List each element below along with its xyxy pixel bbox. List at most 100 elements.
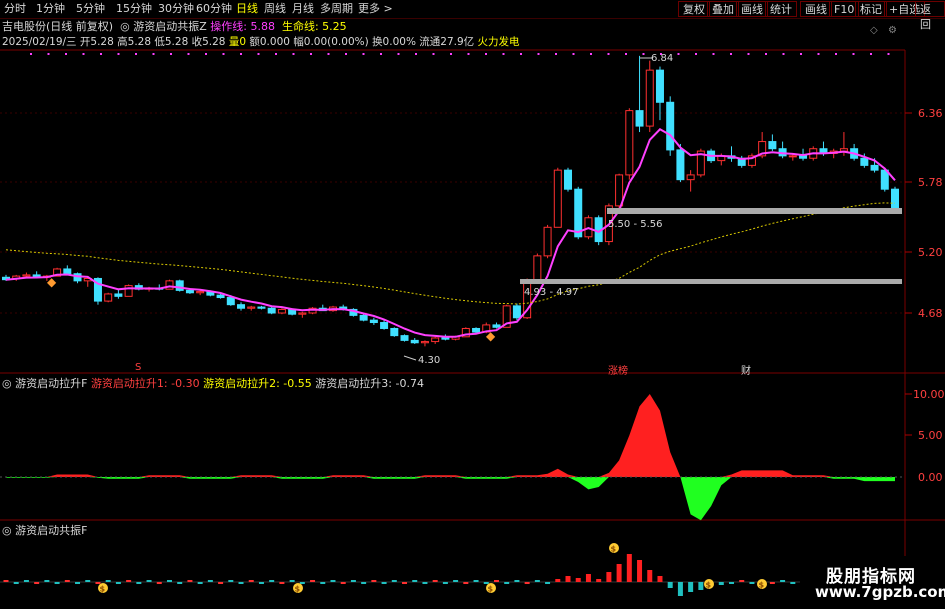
candle-body [155, 287, 164, 290]
signal-dot [467, 53, 470, 55]
button-huaxian[interactable]: 画线 [736, 1, 768, 17]
signal-bar [555, 579, 561, 582]
candle-body [308, 307, 317, 314]
signal-dot [432, 53, 435, 55]
signal-bar [422, 582, 428, 584]
candle-body [870, 164, 879, 171]
candle-body [850, 148, 859, 159]
signal-bar [708, 582, 714, 586]
tab-60min[interactable]: 60分钟 [196, 1, 232, 17]
button-diejia[interactable]: 叠加 [707, 1, 739, 17]
signal-dot [800, 53, 802, 55]
signal-bar [504, 582, 510, 584]
diamond-marker: ◆ [486, 329, 496, 343]
signal-dot [520, 53, 522, 55]
zt-mark: 涨榜 [608, 366, 628, 377]
button-biaoji[interactable]: 标记 [855, 1, 887, 17]
candle-body [635, 110, 644, 127]
signal-dot [327, 53, 330, 55]
signal-dot [47, 53, 50, 55]
tab-1min[interactable]: 1分钟 [36, 1, 65, 17]
tab-fenshi[interactable]: 分时 [4, 1, 26, 17]
indicator-name[interactable]: 游资启动共振Z [133, 20, 207, 33]
button-huaxian-2[interactable]: 画线 [800, 1, 832, 17]
money-bag-icon [486, 583, 496, 593]
quote-open: 开5.28 [79, 36, 114, 48]
signal-bar [381, 582, 387, 584]
cai-mark: 财 [741, 366, 751, 377]
candle-body [809, 148, 818, 159]
candle-body [93, 277, 102, 302]
candle-body [523, 279, 532, 319]
tab-30min[interactable]: 30分钟 [158, 1, 194, 17]
sector-tag[interactable]: 火力发电 [478, 36, 520, 48]
signal-dot [555, 53, 557, 55]
signal-bar [545, 582, 551, 584]
tab-15min[interactable]: 15分钟 [116, 1, 152, 17]
signal-dot [765, 53, 767, 55]
signal-bar [228, 580, 234, 582]
signal-bar [524, 582, 530, 584]
quote-amount: 额0.000 [249, 36, 290, 48]
life-line-label: 生命线: 5.25 [281, 20, 347, 33]
candle-body [196, 291, 205, 294]
price-tick: 6.36 [918, 107, 943, 120]
main-chart: ◆ ◆ ◇ ⚙ $ $ $ $ $ $ [0, 25, 945, 609]
button-fuquan[interactable]: 复权 [678, 1, 710, 17]
signal-dot [887, 53, 890, 55]
high-price-label: 6.84 [651, 53, 674, 64]
candle-body [451, 336, 460, 340]
signal-bar [34, 582, 40, 584]
tab-multi-period[interactable]: 多周期 [320, 1, 353, 17]
diamond-marker: ◆ [47, 275, 57, 289]
collapse-icon[interactable]: ◎ [2, 377, 12, 390]
signal-bar [749, 582, 755, 584]
signal-dot [240, 53, 242, 55]
price-tick: 5.78 [918, 176, 943, 189]
signal-bar [637, 560, 643, 582]
tab-more[interactable]: 更多 > [358, 1, 393, 17]
tab-5min[interactable]: 5分钟 [76, 1, 105, 17]
candle-body [288, 308, 297, 315]
signal-bar [126, 580, 132, 582]
signal-bar [565, 576, 571, 582]
money-bag-icon [98, 583, 108, 593]
s-mark: S [135, 362, 142, 373]
signal-bar [780, 580, 786, 582]
signal-dot [275, 53, 277, 55]
button-fanhui[interactable]: 返回 [915, 1, 945, 31]
signal-bar [330, 580, 336, 582]
panel3-title[interactable]: 游资启动共振F [15, 524, 87, 537]
candle-body [247, 306, 256, 309]
signal-dot [782, 53, 785, 55]
signal-dot [625, 53, 627, 55]
money-bag-icon [757, 579, 767, 589]
button-tongji[interactable]: 统计 [765, 1, 797, 17]
signal-dot [572, 53, 575, 55]
signal-bar [340, 582, 346, 584]
candle-body [891, 188, 899, 212]
candle-body [114, 293, 123, 297]
candle-body [431, 337, 440, 343]
signal-bar [258, 582, 264, 584]
signal-bar [156, 582, 162, 584]
signal-bar [64, 580, 70, 582]
candle-body [584, 217, 593, 238]
candle-body [410, 339, 419, 344]
signal-dot [152, 53, 155, 55]
signal-bar [606, 572, 612, 582]
collapse-icon[interactable]: ◎ [2, 524, 12, 537]
signal-bar [166, 580, 172, 582]
negative-area [6, 477, 895, 521]
signal-bar [453, 580, 459, 582]
candle-body [63, 268, 72, 275]
signal-bar [657, 576, 663, 582]
tab-monthly[interactable]: 月线 [292, 1, 314, 17]
tab-daily[interactable]: 日线 [236, 1, 258, 17]
tab-weekly[interactable]: 周线 [264, 1, 286, 17]
candle-body [788, 155, 797, 158]
collapse-icon[interactable]: ◎ [117, 20, 130, 33]
low-arrow [403, 355, 417, 361]
panel2-title[interactable]: 游资启动拉升F [15, 377, 87, 390]
signal-dot [362, 53, 365, 55]
